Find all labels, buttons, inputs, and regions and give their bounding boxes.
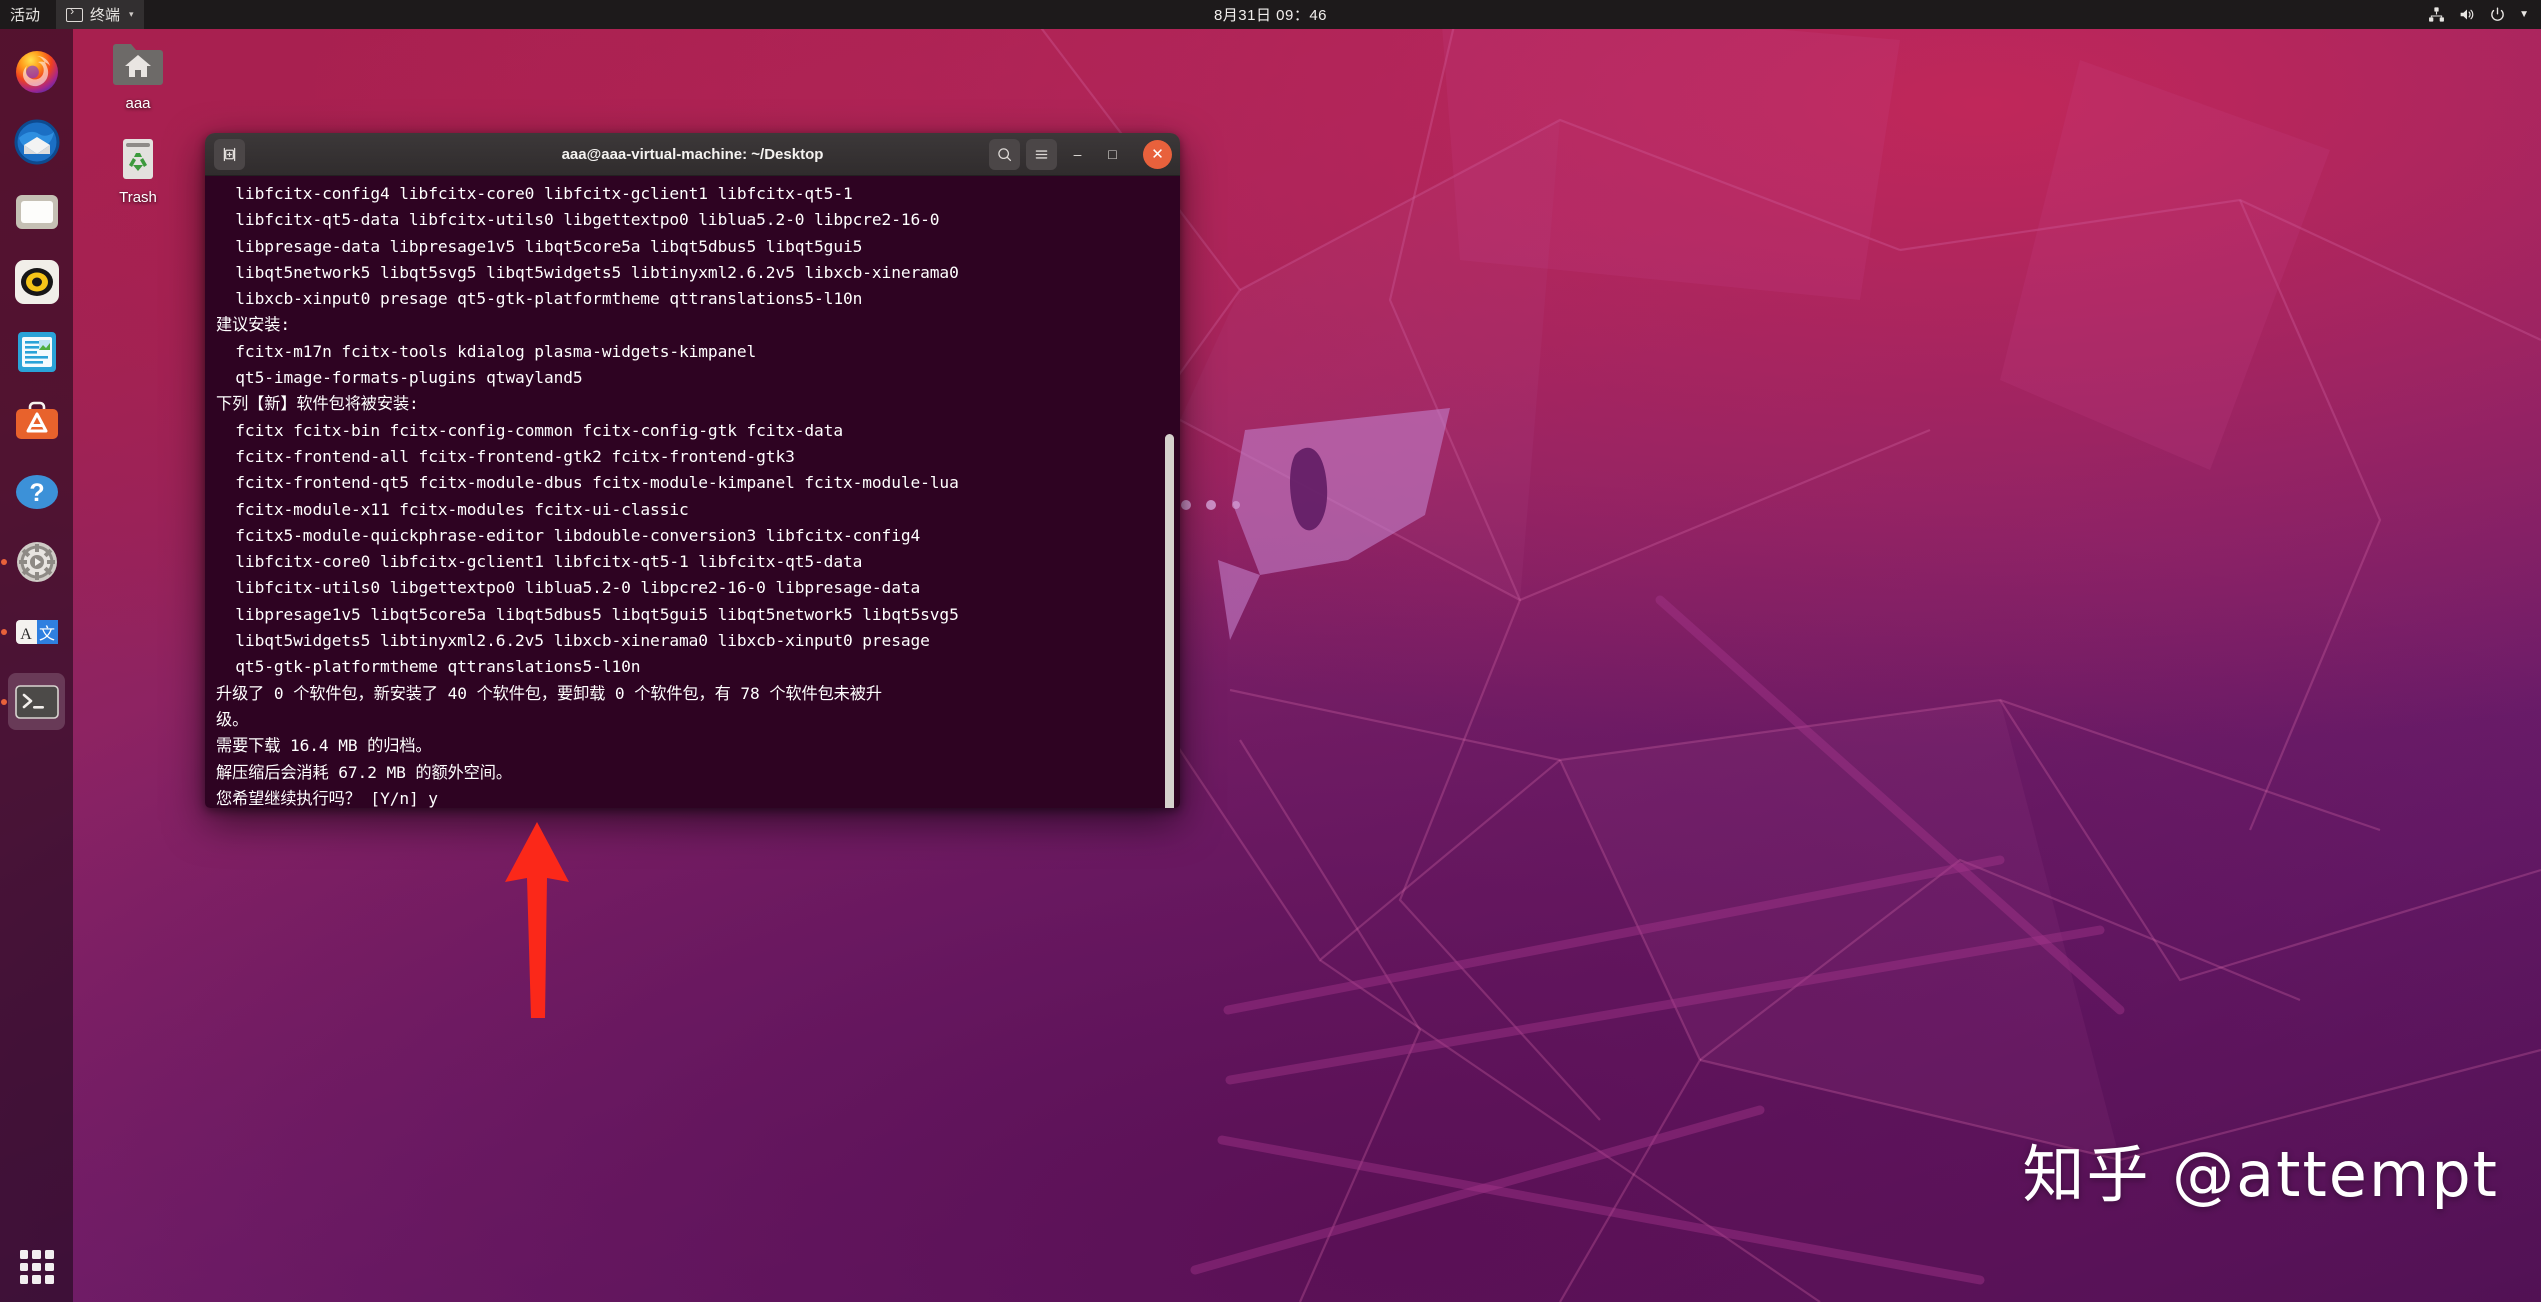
grid-dot: [32, 1262, 41, 1272]
svg-text:?: ?: [29, 479, 44, 507]
chevron-down-icon: ▼: [2519, 9, 2529, 20]
trash-icon: [123, 139, 153, 179]
menu-button[interactable]: [1026, 138, 1057, 170]
terminal-icon: [14, 684, 59, 719]
svg-text:文: 文: [38, 624, 54, 643]
terminal-body[interactable]: libfcitx-config4 libfcitx-core0 libfcitx…: [205, 176, 1180, 808]
desktop-icon-trash[interactable]: Trash: [92, 132, 184, 206]
dock-item-ubuntu-software[interactable]: [8, 393, 65, 450]
terminal-output: libfcitx-config4 libfcitx-core0 libfcitx…: [216, 184, 959, 808]
ubuntu-software-icon: [15, 401, 58, 439]
rhythmbox-icon: [14, 259, 59, 304]
libreoffice-writer-icon: [17, 331, 56, 372]
desktop-icon-label: Trash: [119, 189, 157, 206]
new-tab-button[interactable]: [214, 138, 245, 170]
dock: ? A 文: [0, 29, 73, 1302]
power-icon: [2491, 7, 2504, 21]
new-tab-icon: [223, 147, 236, 161]
dock-item-help[interactable]: ?: [8, 463, 65, 520]
watermark: 知乎 @attempt: [2022, 1138, 2499, 1211]
dock-item-rhythmbox[interactable]: [8, 253, 65, 310]
grid-dot: [32, 1275, 41, 1284]
grid-dot: [19, 1250, 29, 1259]
desktop-icon-home-folder[interactable]: aaa: [92, 38, 184, 112]
desktop-icon-label: aaa: [125, 95, 151, 112]
help-icon: ?: [15, 474, 58, 509]
grid-dot: [19, 1275, 29, 1284]
show-applications-button[interactable]: [19, 1250, 54, 1284]
terminal-scrollbar[interactable]: [1165, 434, 1174, 808]
dock-item-files[interactable]: [8, 183, 65, 240]
terminal-window[interactable]: aaa@aaa-virtual-machine: ~/Desktop – □ ✕…: [205, 133, 1180, 808]
desktop[interactable]: 活动 终端 ▾ 8月31日 09：46: [0, 0, 2541, 1302]
hamburger-menu-icon: [1035, 149, 1048, 159]
titlebar-controls: – □ ✕: [989, 138, 1172, 170]
activities-button[interactable]: 活动: [0, 4, 56, 25]
maximize-button[interactable]: □: [1098, 140, 1127, 169]
grid-dot: [44, 1250, 54, 1259]
top-panel: 活动 终端 ▾ 8月31日 09：46: [0, 0, 2541, 29]
dock-item-settings[interactable]: [8, 533, 65, 590]
network-icon: [2429, 7, 2445, 22]
grid-dot: [44, 1262, 54, 1272]
search-button[interactable]: [989, 138, 1020, 170]
minimize-button[interactable]: –: [1063, 140, 1092, 169]
system-tray[interactable]: ▼: [2428, 6, 2529, 23]
terminal-icon: [66, 5, 84, 22]
search-icon: [998, 147, 1012, 161]
dock-item-libreoffice-writer[interactable]: [8, 323, 65, 380]
firefox-icon: [15, 50, 58, 93]
volume-icon: [2460, 9, 2474, 20]
dock-item-thunderbird[interactable]: [8, 113, 65, 170]
app-menu-terminal[interactable]: 终端 ▾: [56, 0, 144, 29]
dock-item-firefox[interactable]: [8, 43, 65, 100]
grid-dot: [44, 1275, 54, 1284]
clock[interactable]: 8月31日 09：46: [1214, 4, 1327, 25]
grid-dot: [32, 1250, 41, 1259]
chevron-down-icon: ▾: [129, 9, 134, 19]
close-button[interactable]: ✕: [1143, 139, 1172, 169]
home-folder-icon: [113, 44, 163, 85]
annotation-arrow-icon: [505, 822, 569, 1018]
gear-icon: [16, 541, 57, 582]
dock-item-language-selector[interactable]: A 文: [8, 603, 65, 660]
language-selector-icon: A 文: [15, 619, 58, 644]
app-menu-label: 终端: [90, 7, 121, 24]
terminal-titlebar[interactable]: aaa@aaa-virtual-machine: ~/Desktop – □ ✕: [205, 133, 1180, 176]
files-icon: [15, 194, 58, 229]
thunderbird-icon: [14, 119, 59, 164]
svg-text:A: A: [20, 626, 32, 643]
dock-item-terminal[interactable]: [8, 673, 65, 730]
grid-dot: [19, 1262, 29, 1272]
